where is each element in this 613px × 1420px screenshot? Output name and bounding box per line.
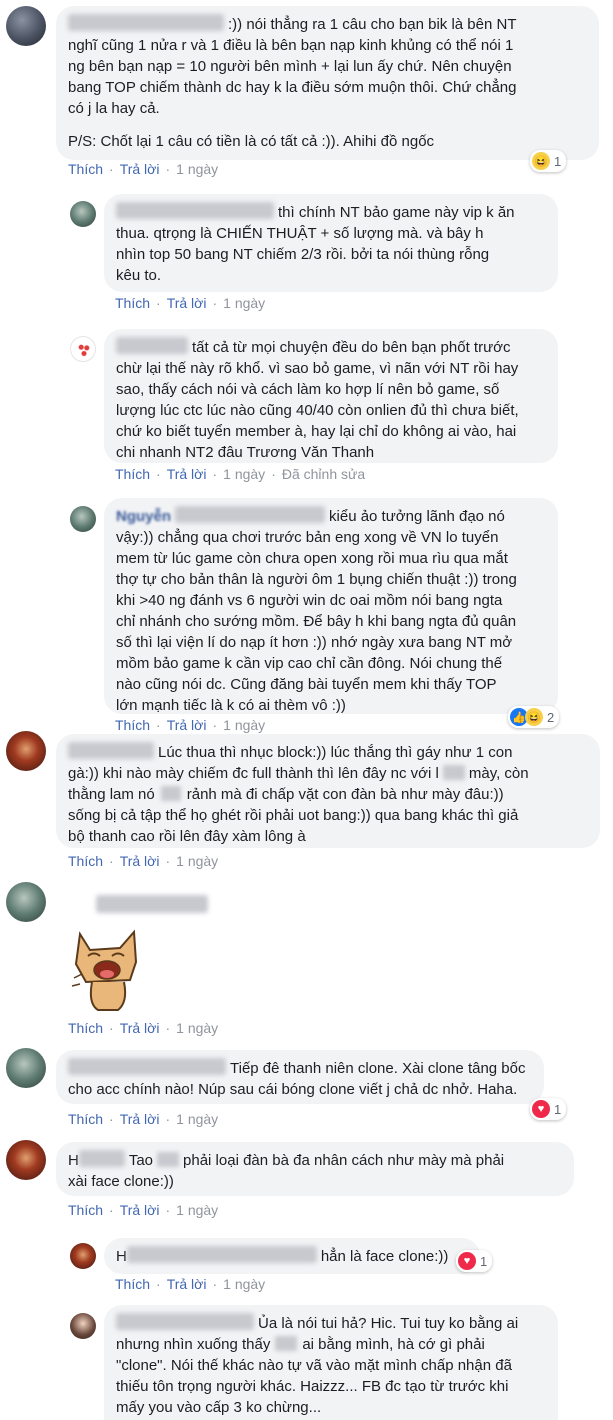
author-name[interactable] — [68, 742, 154, 759]
comment-actions: Thích · Trả lời · 1 ngày — [115, 295, 266, 311]
comment-actions: Thích · Trả lời · 1 ngày — [115, 717, 266, 733]
comment-text: ai bằng mình, hà cớ gì phải — [302, 1336, 485, 1353]
avatar[interactable] — [70, 336, 96, 362]
like-link[interactable]: Thích — [115, 295, 150, 311]
comment-bubble: Ủa là nói tui hả? Hic. Tui tuy ko bằng a… — [104, 1305, 558, 1420]
comment-bubble: thì chính NT bảo game này vip k ăn thua.… — [104, 194, 558, 292]
author-name[interactable] — [96, 895, 208, 913]
avatar[interactable] — [6, 882, 46, 922]
timestamp[interactable]: 1 ngày — [223, 1276, 265, 1292]
author-initial[interactable]: H — [68, 1152, 79, 1169]
reaction-summary[interactable]: ♥ 1 — [530, 1098, 567, 1120]
timestamp[interactable]: 1 ngày — [176, 161, 218, 177]
cat-sticker[interactable] — [68, 922, 148, 1017]
comment-text: thằng lam nó — [68, 786, 155, 803]
reaction-summary[interactable]: 👍 😆 2 — [508, 706, 560, 728]
like-link[interactable]: Thích — [68, 853, 103, 869]
censored-word — [157, 1152, 180, 1167]
comment-actions: Thích · Trả lời · 1 ngày — [68, 1020, 219, 1036]
reply-link[interactable]: Trả lời — [120, 1111, 160, 1127]
comment-text-ps: P/S: Chốt lại 1 câu có tiền là có tất cả… — [68, 133, 435, 150]
reply-link[interactable]: Trả lời — [120, 1202, 160, 1218]
like-link[interactable]: Thích — [68, 1020, 103, 1036]
avatar[interactable] — [6, 6, 46, 46]
comment-text: sống bị cả tập thể họ ghét rồi phải uot … — [68, 807, 519, 845]
timestamp[interactable]: 1 ngày — [176, 1111, 218, 1127]
comment-text: phải loại đàn bà đa nhân cách như mày mà… — [183, 1152, 505, 1169]
timestamp[interactable]: 1 ngày — [223, 295, 265, 311]
reply-link[interactable]: Trả lời — [167, 466, 207, 482]
comment-actions: Thích · Trả lời · 1 ngày — [68, 853, 219, 869]
comment-actions: Thích · Trả lời · 1 ngày — [115, 1276, 266, 1292]
reply-link[interactable]: Trả lời — [120, 1020, 160, 1036]
timestamp[interactable]: 1 ngày — [176, 1202, 218, 1218]
comment-actions: Thích · Trả lời · 1 ngày — [68, 1202, 219, 1218]
avatar[interactable] — [6, 731, 46, 771]
author-name[interactable] — [116, 337, 188, 354]
haha-icon: 😆 — [525, 708, 543, 726]
comment-text: Ủa là nói tui hả? Hic. Tui tuy ko bằng a… — [258, 1315, 519, 1332]
comment-text: tất cả từ mọi chuyện đều do bên bạn phốt… — [116, 339, 519, 461]
reply-link[interactable]: Trả lời — [167, 1276, 207, 1292]
author-initial[interactable]: H — [116, 1248, 127, 1265]
avatar[interactable] — [70, 1243, 96, 1269]
author-name[interactable] — [116, 1313, 254, 1330]
reply-link[interactable]: Trả lời — [167, 717, 207, 733]
censored-word — [160, 786, 181, 801]
reaction-summary[interactable]: ♥ 1 — [456, 1250, 493, 1272]
comment-bubble: :)) nói thẳng ra 1 câu cho bạn bik là bê… — [56, 6, 599, 160]
like-link[interactable]: Thích — [115, 717, 150, 733]
censored-word — [275, 1336, 298, 1351]
haha-icon: 😆 — [532, 152, 550, 170]
author-name[interactable] — [126, 1246, 317, 1263]
heart-icon: ♥ — [532, 1100, 550, 1118]
timestamp[interactable]: 1 ngày — [176, 1020, 218, 1036]
comment-actions: Thích · Trả lời · 1 ngày — [68, 161, 219, 177]
avatar[interactable] — [6, 1048, 46, 1088]
avatar[interactable] — [70, 1313, 96, 1339]
author-name[interactable] — [68, 1058, 226, 1075]
author-name[interactable] — [68, 14, 224, 31]
comment-text: nhưng nhìn xuống thấy — [116, 1336, 271, 1353]
like-link[interactable]: Thích — [68, 1111, 103, 1127]
avatar[interactable] — [70, 506, 96, 532]
comment-text: "clone". Nói thế khác nào tự vã vào mặt … — [116, 1357, 512, 1416]
comment-bubble: Lúc thua thì nhục block:)) lúc thắng thì… — [56, 734, 600, 848]
comment-bubble: Nguyễn kiểu ảo tưởng lãnh đạo nó vậy:)) c… — [104, 498, 558, 714]
author-name-visible[interactable]: Nguyễn — [116, 508, 171, 525]
comment-bubble: H Tao phải loại đàn bà đa nhân cách như mà… — [56, 1142, 574, 1196]
comment-text: gà:)) khi nào mày chiếm đc full thành th… — [68, 765, 439, 782]
comment-bubble: Tiếp đê thanh niên clone. Xài clone tâng… — [56, 1050, 544, 1104]
like-link[interactable]: Thích — [68, 1202, 103, 1218]
like-link[interactable]: Thích — [115, 1276, 150, 1292]
author-name[interactable] — [116, 202, 274, 219]
comment-actions: Thích · Trả lời · 1 ngày · Đã chỉnh sửa — [115, 466, 366, 482]
comment-text: xài face clone:)) — [68, 1173, 174, 1190]
avatar[interactable] — [6, 1140, 46, 1180]
reply-link[interactable]: Trả lời — [167, 295, 207, 311]
comment-bubble: Hhẳn là face clone:)) — [104, 1238, 480, 1274]
author-name[interactable] — [78, 1150, 125, 1167]
comment-text: Tao — [128, 1152, 154, 1169]
edited-label[interactable]: Đã chỉnh sửa — [282, 466, 365, 482]
avatar[interactable] — [70, 201, 96, 227]
reaction-summary[interactable]: 😆 1 — [530, 150, 567, 172]
like-link[interactable]: Thích — [115, 466, 150, 482]
censored-word — [442, 765, 465, 780]
comment-bubble: tất cả từ mọi chuyện đều do bên bạn phốt… — [104, 329, 558, 463]
comment-text: :)) nói thẳng ra 1 câu cho bạn bik là bê… — [68, 16, 517, 117]
reply-link[interactable]: Trả lời — [120, 853, 160, 869]
like-link[interactable]: Thích — [68, 161, 103, 177]
timestamp[interactable]: 1 ngày — [223, 466, 265, 482]
heart-icon: ♥ — [458, 1252, 476, 1270]
comment-actions: Thích · Trả lời · 1 ngày — [68, 1111, 219, 1127]
comment-text: Lúc thua thì nhục block:)) lúc thắng thì… — [158, 744, 513, 761]
comment-text: kiểu ảo tưởng lãnh đạo nó vậy:)) chẳng q… — [116, 508, 517, 714]
author-name[interactable] — [175, 506, 326, 523]
timestamp[interactable]: 1 ngày — [223, 717, 265, 733]
reply-link[interactable]: Trả lời — [120, 161, 160, 177]
timestamp[interactable]: 1 ngày — [176, 853, 218, 869]
comment-text: hẳn là face clone:)) — [320, 1248, 449, 1265]
